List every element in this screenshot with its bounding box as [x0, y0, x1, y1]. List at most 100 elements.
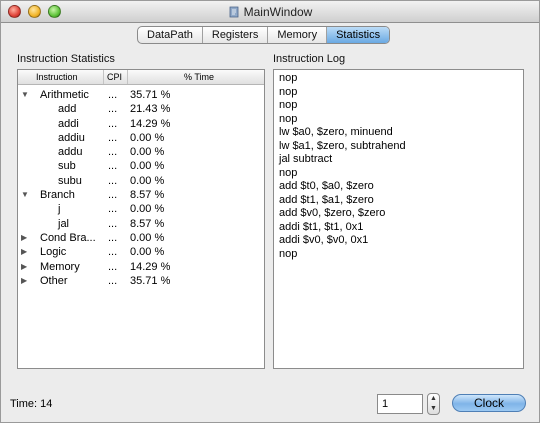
instruction-log[interactable]: nop nop nop nop lw $a0, $zero, minuend lw $a1…	[273, 69, 524, 369]
stats-child-row[interactable]: addi... 14.29 %	[18, 117, 264, 131]
app-icon	[229, 6, 239, 18]
stats-cell-cpi: ...	[108, 117, 118, 130]
stats-group-row[interactable]: ▼ Arithmetic... 35.71 %	[18, 88, 264, 102]
stats-cell-pct: 0.00 %	[130, 160, 165, 173]
stats-child-row[interactable]: addiu... 0.00 %	[18, 131, 264, 145]
stats-cell-pct: 14.29 %	[130, 117, 171, 130]
log-line: nop	[279, 112, 298, 125]
stats-cell-pct: 0.00 %	[130, 246, 165, 259]
stats-cell-pct: 35.71 %	[130, 89, 171, 101]
stats-cell-pct: 0.00 %	[130, 174, 165, 187]
clock-button[interactable]: Clock	[452, 394, 526, 412]
stepper-down-icon[interactable]: ▼	[428, 404, 439, 414]
stats-child-row[interactable]: j... 0.00 %	[18, 202, 264, 216]
log-panel-title: Instruction Log	[273, 53, 346, 65]
stats-cell-name: Memory	[40, 260, 80, 273]
window-title: MainWindow	[243, 5, 313, 19]
stats-cell-pct: 8.57 %	[130, 217, 165, 230]
stats-group-row[interactable]: ▶ Cond Bra...... 0.00 %	[18, 231, 264, 245]
stats-cell-cpi: ...	[108, 160, 118, 173]
stats-group-row[interactable]: ▶ Logic... 0.00 %	[18, 245, 264, 259]
stats-cell-name: sub	[58, 160, 76, 173]
stats-table-header: Instruction CPI % Time	[18, 70, 264, 85]
stats-cell-name: addu	[58, 146, 83, 159]
stats-cell-name: addi	[58, 117, 79, 130]
disclosure-collapsed-icon[interactable]: ▶	[21, 260, 27, 274]
stats-panel-title: Instruction Statistics	[17, 53, 115, 65]
log-line: nop	[279, 99, 298, 111]
stats-cell-pct: 0.00 %	[130, 203, 165, 216]
log-line: nop	[279, 72, 298, 84]
stats-cell-cpi: ...	[108, 146, 118, 159]
view-tabs: DataPath Registers Memory Statistics	[137, 26, 391, 44]
step-count-input[interactable]	[377, 394, 423, 414]
log-line: add $v0, $zero, $zero	[279, 207, 386, 219]
stats-child-row[interactable]: add... 21.43 %	[18, 102, 264, 116]
tab-memory[interactable]: Memory	[268, 27, 328, 43]
disclosure-expanded-icon[interactable]: ▼	[21, 188, 29, 202]
stats-cell-cpi: ...	[108, 189, 118, 202]
main-window: MainWindow DataPath Registers Memory Statis…	[0, 0, 540, 423]
stats-cell-name: add	[58, 103, 77, 116]
stats-cell-pct: 0.00 %	[130, 131, 165, 144]
stats-cell-pct: 0.00 %	[130, 231, 165, 244]
column-header-time[interactable]: % Time	[128, 70, 264, 84]
tab-statistics[interactable]: Statistics	[327, 27, 390, 43]
log-line: add $t0, $a0, $zero	[279, 180, 374, 192]
stats-group-row[interactable]: ▶ Other... 35.71 %	[18, 274, 264, 288]
tab-datapath[interactable]: DataPath	[138, 27, 203, 43]
log-line: addi $t1, $t1, 0x1	[279, 220, 364, 233]
disclosure-collapsed-icon[interactable]: ▶	[21, 274, 27, 288]
stats-cell-pct: 8.57 %	[130, 189, 165, 202]
stats-cell-cpi: ...	[108, 203, 118, 216]
stats-cell-name: Arithmetic	[40, 89, 89, 101]
disclosure-collapsed-icon[interactable]: ▶	[21, 231, 27, 245]
step-count-stepper[interactable]: ▲ ▼	[427, 393, 440, 415]
log-line: lw $a0, $zero, minuend	[279, 126, 393, 138]
stats-group-row[interactable]: ▼ Branch... 8.57 %	[18, 188, 264, 202]
stats-cell-name: Cond Bra...	[40, 231, 96, 244]
log-line: nop	[279, 85, 298, 98]
log-line: jal subtract	[279, 153, 333, 165]
stats-cell-name: Logic	[40, 246, 67, 259]
tab-registers[interactable]: Registers	[203, 27, 269, 43]
log-line: lw $a1, $zero, subtrahend	[279, 139, 406, 152]
title-wrap: MainWindow	[1, 1, 539, 23]
stats-cell-cpi: ...	[108, 89, 118, 101]
stats-cell-name: j	[58, 203, 61, 216]
stats-cell-cpi: ...	[108, 231, 118, 244]
stats-cell-pct: 0.00 %	[130, 146, 165, 159]
stats-cell-cpi: ...	[108, 131, 118, 144]
stats-cell-cpi: ...	[108, 260, 118, 273]
stats-cell-name: addiu	[58, 131, 85, 144]
stats-cell-name: jal	[58, 217, 70, 230]
stats-cell-cpi: ...	[108, 246, 118, 259]
stats-child-row[interactable]: addu... 0.00 %	[18, 145, 264, 159]
time-label: Time: 14	[10, 398, 53, 410]
stats-cell-name: subu	[58, 174, 82, 187]
stats-cell-pct: 35.71 %	[130, 274, 171, 287]
stats-group-row[interactable]: ▶ Memory... 14.29 %	[18, 260, 264, 274]
log-line: nop	[279, 166, 298, 179]
log-line: add $t1, $a1, $zero	[279, 193, 374, 206]
log-line: addi $v0, $v0, 0x1	[279, 234, 369, 246]
stats-cell-cpi: ...	[108, 103, 118, 116]
stats-rows: ▼ Arithmetic... 35.71 % add... 21.43 % addi..…	[18, 85, 264, 288]
title-bar[interactable]: MainWindow	[1, 1, 539, 23]
stats-cell-name: Other	[40, 274, 68, 287]
stats-cell-pct: 21.43 %	[130, 103, 171, 116]
stats-child-row[interactable]: subu... 0.00 %	[18, 174, 264, 188]
stats-cell-name: Branch	[40, 189, 75, 202]
disclosure-collapsed-icon[interactable]: ▶	[21, 245, 27, 259]
instruction-stats-table[interactable]: Instruction CPI % Time ▼ Arithmetic... 35.…	[17, 69, 265, 369]
stats-cell-cpi: ...	[108, 274, 118, 287]
stats-child-row[interactable]: jal... 8.57 %	[18, 217, 264, 231]
column-header-instruction[interactable]: Instruction	[18, 70, 104, 84]
disclosure-expanded-icon[interactable]: ▼	[21, 88, 29, 102]
column-header-cpi[interactable]: CPI	[104, 70, 128, 84]
stats-cell-cpi: ...	[108, 217, 118, 230]
stats-child-row[interactable]: sub... 0.00 %	[18, 159, 264, 173]
stats-cell-cpi: ...	[108, 174, 118, 187]
stepper-up-icon[interactable]: ▲	[428, 394, 439, 404]
stats-cell-pct: 14.29 %	[130, 260, 171, 273]
